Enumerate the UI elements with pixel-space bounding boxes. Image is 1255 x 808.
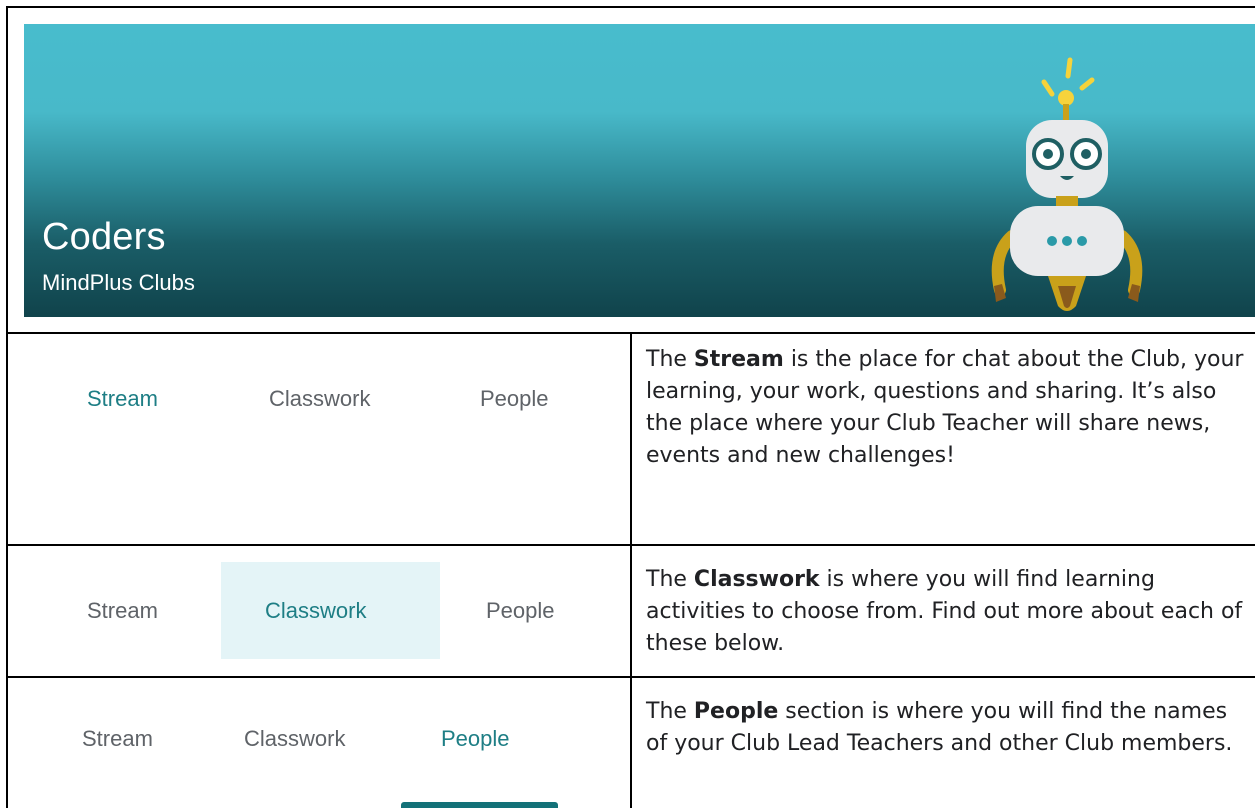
tab-people[interactable]: People [486,598,555,624]
class-title[interactable]: Coders [42,216,166,259]
class-subtitle: MindPlus Clubs [42,270,195,295]
spark-icon [1041,57,1095,97]
tab-classwork[interactable]: Classwork [269,386,370,412]
table-column-divider [630,332,632,808]
tab-classwork[interactable]: Classwork [244,726,345,752]
tab-people[interactable]: People [441,726,510,752]
stream-description: The Stream is the place for chat about t… [646,347,1244,468]
class-banner: Coders MindPlus Clubs [24,24,1255,317]
tab-stream[interactable]: Stream [87,386,158,412]
table-divider [6,676,1255,678]
tab-stream[interactable]: Stream [82,726,153,752]
tab-stream[interactable]: Stream [87,598,158,624]
table-border-left [6,6,8,808]
classwork-description: The Classwork is where you will find lea… [646,567,1243,656]
tab-underline [401,802,558,808]
document-table: Coders MindPlus Clubs Stream Classwork P… [0,0,1255,808]
table-divider [6,544,1255,546]
robot-illustration [991,57,1143,311]
tab-people[interactable]: People [480,386,549,412]
tab-classwork[interactable]: Classwork [265,598,366,624]
people-description: The People section is where you will fin… [646,699,1233,756]
table-border-top [6,6,1255,8]
